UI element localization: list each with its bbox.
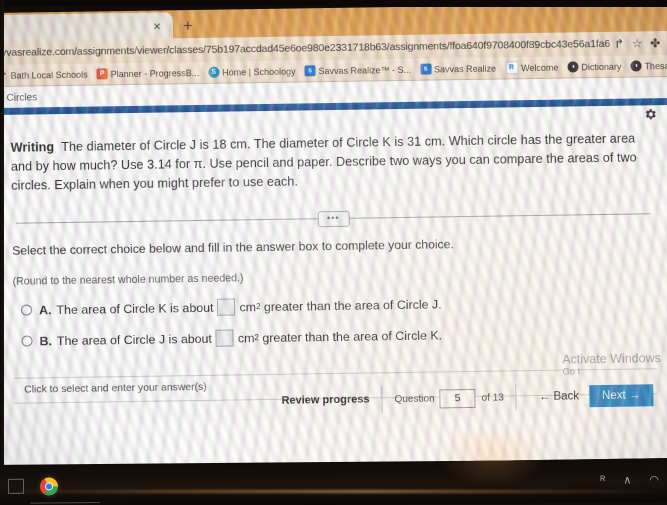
start-menu-icon[interactable] [7,478,25,494]
monitor-bezel-top [0,0,667,7]
gear-icon[interactable] [643,107,657,121]
bookmark-label: Savvas Realize™ - S... [318,64,412,76]
back-button[interactable]: ← Back [529,390,589,403]
system-tray: ᴿ ∧ ◠ [600,474,659,487]
new-tab-button[interactable]: + [183,16,193,35]
choice-unit: cm [237,330,255,345]
choice-letter: B. [39,333,53,348]
windows-taskbar: ᴿ ∧ ◠ [0,459,667,505]
rounding-note: (Round to the nearest whole number as ne… [12,272,244,288]
question-line-1: The diameter of Circle J is 18 cm. The d… [61,132,563,155]
bookmark-label: Dictionary [581,61,622,72]
bookmark-star-icon[interactable]: ☆ [628,36,646,50]
radio-button-a[interactable] [20,304,33,316]
bookmark-savvas-realize[interactable]: s Savvas Realize [419,63,497,75]
bookmark-label: Home | Schoology [222,66,296,78]
browser-tab[interactable]: × [0,12,174,42]
bookmark-bath-local-schools[interactable]: ⚘ Bath Local Schools [0,69,88,81]
question-body: Writing The diameter of Circle J is 18 c… [0,125,667,404]
taskbar-left-group [7,476,59,496]
schoology-icon: S [208,66,220,78]
bookmark-label: Welcome [521,62,559,73]
choice-text-after: greater than the area of Circle J. [263,296,442,314]
choice-exponent: 2 [254,333,259,343]
next-button[interactable]: Next → [588,384,654,408]
instruction-text: Select the correct choice below and fill… [12,237,454,258]
monitor-bezel-left [0,0,4,505]
ime-language-icon[interactable]: ᴿ [600,475,605,487]
question-number-input[interactable]: 5 [439,388,476,408]
dictionary-icon: ◑ [567,61,579,73]
show-hidden-icons-chevron[interactable]: ∧ [623,474,631,486]
assignment-page: ı of Circles Writing The diameter of Cir… [0,76,667,426]
choice-text-before: The area of Circle J is about [56,331,212,348]
question-number-group: Question 5 of 13 [382,384,518,413]
choice-unit: cm [239,299,257,314]
choice-option-b[interactable]: B. The area of Circle J is about cm 2 gre… [21,323,656,349]
active-task-underline [30,502,101,504]
bookmark-welcome[interactable]: R Welcome [504,61,559,75]
choice-text-after: greater than the area of Circle K. [262,327,443,345]
choice-exponent: 2 [255,302,261,312]
bookmark-planner[interactable]: P Planner - ProgressB... [96,67,200,80]
question-tag: Writing [10,140,55,155]
savvas-realize-icon: s [304,65,316,77]
url-text[interactable]: iavvasrealize.com/assignments/viewer/cla… [0,38,610,59]
welcome-icon: R [504,61,519,75]
bookmark-label: Thesaurus [644,60,667,71]
bookmark-label: Planner - ProgressB... [110,67,200,79]
radio-button-b[interactable] [21,335,33,347]
expand-more-button[interactable]: ••• [317,210,350,228]
wifi-icon[interactable]: ◠ [649,474,659,486]
answer-input-a[interactable] [217,298,236,316]
thesaurus-icon: ◑ [630,60,642,72]
choice-text-before: The area of Circle K is about [56,300,214,317]
planner-icon: P [96,68,108,80]
chrome-icon[interactable] [39,476,59,496]
bookmark-dictionary[interactable]: ◑ Dictionary [567,61,622,73]
monitor-screen: × + iavvasrealize.com/assignments/viewer… [0,2,667,469]
bookmark-label: Savvas Realize [433,63,497,74]
bookmark-savvas-realize-s[interactable]: s Savvas Realize™ - S... [304,64,411,77]
bookmark-schoology[interactable]: S Home | Schoology [208,66,296,78]
extensions-icon[interactable]: ✤ [646,36,664,50]
question-divider: ••• [12,200,655,236]
question-total-label: of 13 [481,391,504,404]
browser-chrome: × + iavvasrealize.com/assignments/viewer… [0,2,667,88]
question-text: Writing The diameter of Circle J is 18 c… [11,129,655,196]
close-icon[interactable]: × [153,18,161,33]
choice-option-a[interactable]: A. The area of Circle K is about cm 2 gre… [20,292,656,318]
question-label: Question [394,393,435,405]
answer-input-b[interactable] [215,329,235,347]
photo-of-screen: × + iavvasrealize.com/assignments/viewer… [0,0,667,505]
bookmark-label: Bath Local Schools [10,69,88,81]
nav-buttons-group: ← Back Next → [517,382,666,410]
review-progress-button[interactable]: Review progress [269,386,383,414]
share-icon[interactable]: ↱ [610,37,628,51]
choice-letter: A. [38,302,52,317]
bookmark-thesaurus[interactable]: ◑ Thesaurus [630,60,667,72]
savvas-realize-icon: s [419,63,432,75]
